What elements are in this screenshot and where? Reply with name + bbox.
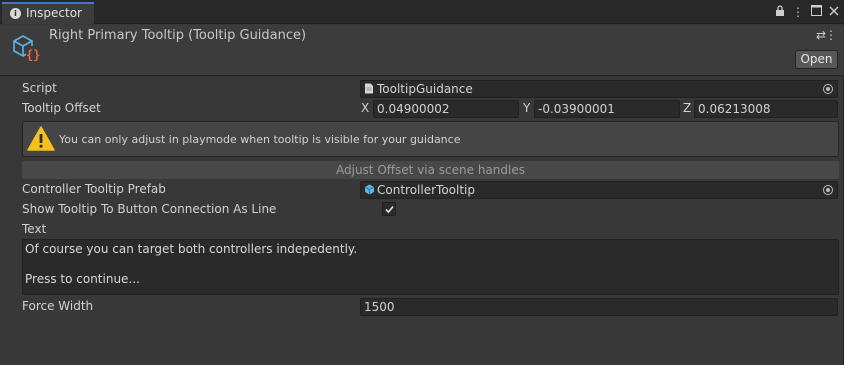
component-title: Right Primary Tooltip (Tooltip Guidance) (49, 28, 307, 43)
x-axis-label[interactable]: X (361, 101, 369, 115)
adjust-offset-button[interactable]: Adjust Offset via scene handles (22, 161, 839, 179)
y-axis-label[interactable]: Y (523, 101, 530, 115)
lock-icon[interactable] (774, 5, 786, 19)
object-picker-icon[interactable] (823, 185, 833, 195)
warning-icon (27, 125, 55, 153)
tooltip-offset-label: Tooltip Offset (22, 101, 101, 115)
script-row: Script TooltipGuidance (22, 80, 840, 98)
info-icon: i (10, 8, 21, 19)
force-width-field[interactable]: 1500 (360, 298, 838, 316)
z-axis-label[interactable]: Z (683, 101, 691, 115)
script-file-icon (364, 82, 375, 94)
component-menu-icon[interactable]: ⋮ (825, 28, 837, 42)
controller-prefab-row: Controller Tooltip Prefab ControllerTool… (22, 181, 840, 199)
script-label: Script (22, 81, 57, 95)
text-line: Press to continue... (25, 272, 140, 286)
warning-text: You can only adjust in playmode when too… (59, 133, 461, 146)
script-value: TooltipGuidance (377, 82, 473, 96)
tab-label: Inspector (26, 6, 82, 20)
prefab-icon (364, 183, 375, 195)
header-divider (0, 75, 844, 76)
maximize-icon[interactable] (810, 5, 822, 19)
tooltip-offset-row: Tooltip Offset X 0.04900002 Y -0.0390000… (22, 100, 840, 118)
show-connection-row: Show Tooltip To Button Connection As Lin… (22, 201, 840, 219)
tab-bar: i Inspector ⋮ (0, 0, 844, 24)
offset-x-field[interactable]: 0.04900002 (373, 100, 519, 118)
svg-text:{}: {} (26, 48, 40, 62)
show-connection-checkbox[interactable] (382, 202, 396, 216)
component-header: {} Right Primary Tooltip (Tooltip Guidan… (0, 25, 844, 75)
text-row: Text (22, 221, 840, 239)
open-button[interactable]: Open (795, 50, 838, 69)
tab-tools: ⋮ (774, 4, 840, 20)
controller-prefab-label: Controller Tooltip Prefab (22, 182, 166, 196)
script-component-icon: {} (10, 31, 44, 65)
checkmark-icon (385, 205, 394, 214)
offset-y-field[interactable]: -0.03900001 (534, 100, 680, 118)
text-label: Text (22, 222, 47, 236)
text-line: Of course you can target both controller… (25, 242, 358, 256)
object-picker-icon[interactable] (823, 84, 833, 94)
more-icon[interactable]: ⋮ (792, 5, 804, 19)
force-width-label: Force Width (22, 299, 94, 313)
controller-prefab-field[interactable]: ControllerTooltip (360, 181, 838, 199)
offset-z-field[interactable]: 0.06213008 (694, 100, 838, 118)
show-connection-label: Show Tooltip To Button Connection As Lin… (22, 202, 277, 216)
text-line (25, 257, 836, 272)
warning-helpbox: You can only adjust in playmode when too… (22, 121, 839, 157)
inspector-window: i Inspector ⋮ {} Right Primary Tooltip (… (0, 0, 844, 365)
text-area[interactable]: Of course you can target both controller… (22, 239, 839, 295)
close-icon[interactable] (828, 5, 840, 19)
controller-prefab-value: ControllerTooltip (377, 183, 475, 197)
script-field[interactable]: TooltipGuidance (360, 80, 838, 98)
tab-inspector[interactable]: i Inspector (2, 2, 94, 24)
force-width-row: Force Width 1500 (22, 298, 840, 316)
